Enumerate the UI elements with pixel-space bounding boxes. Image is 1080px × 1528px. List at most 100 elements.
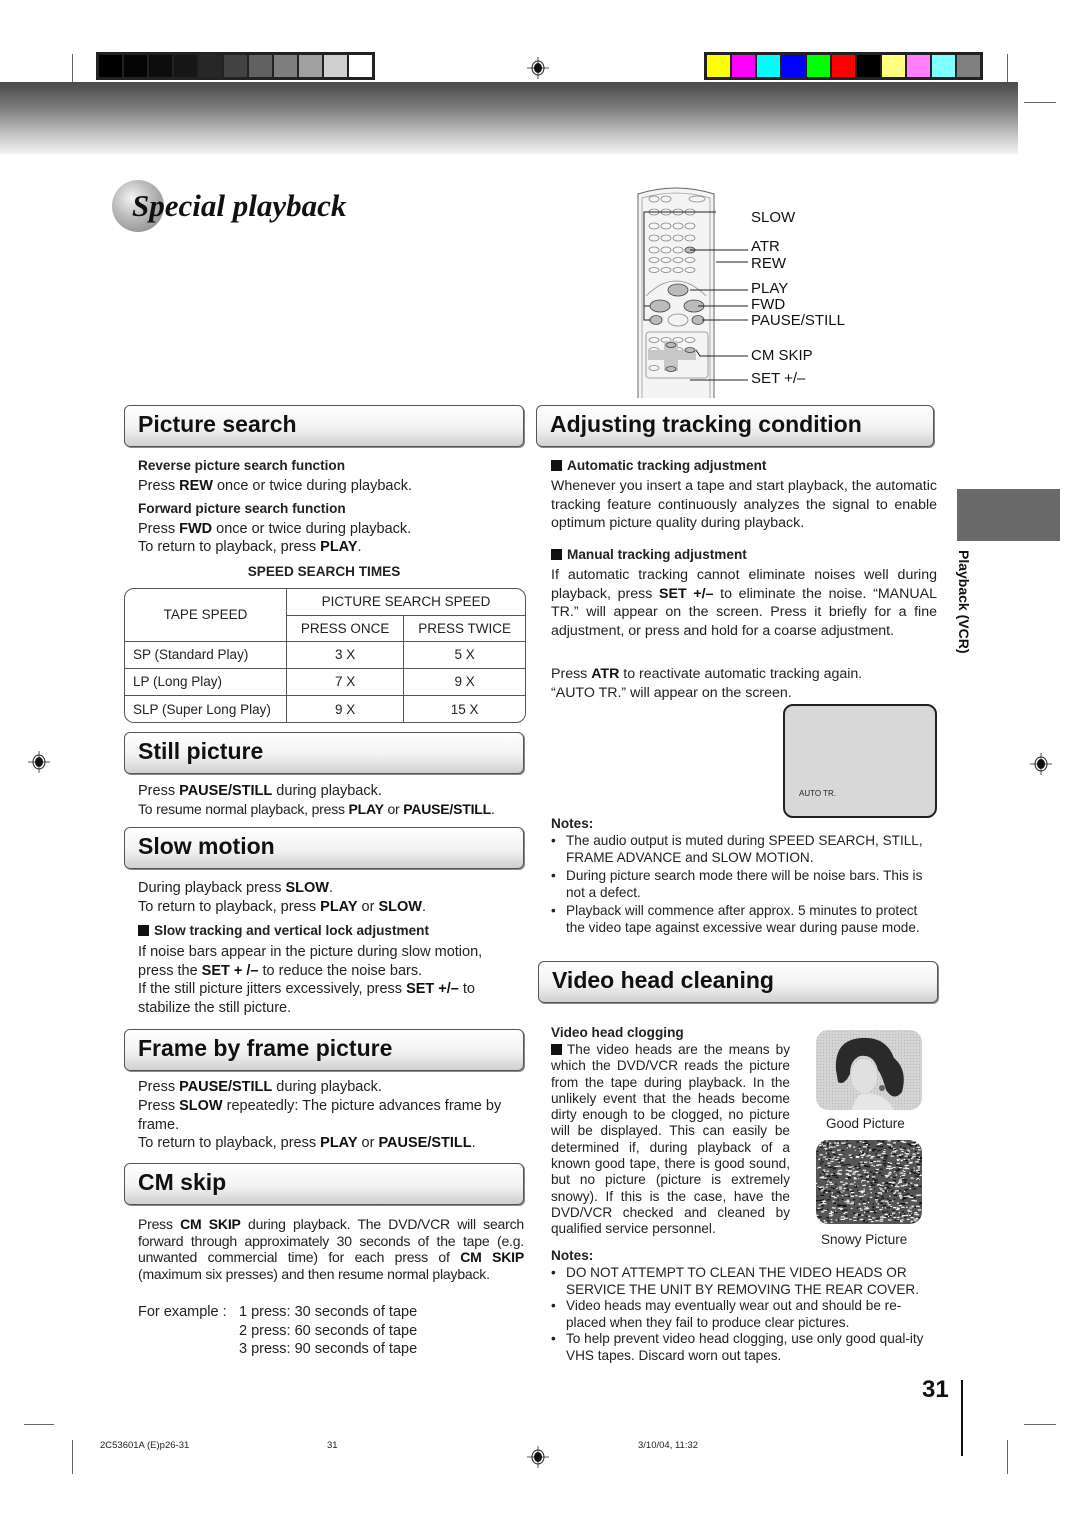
remote-label-slow: SLOW: [751, 209, 796, 226]
calibration-swatch: [732, 55, 755, 77]
column-header-press-twice: PRESS TWICE: [403, 614, 525, 642]
section-title: Adjusting tracking condition: [550, 411, 862, 437]
section-header-cm-skip: CM skip: [124, 1163, 524, 1205]
header-gradient-band: [0, 82, 1018, 154]
section-header-slow-motion: Slow motion: [124, 827, 524, 869]
section-title: Still picture: [138, 738, 264, 764]
slow-motion-line-2: To return to playback, press PLAY or SLO…: [138, 899, 426, 915]
calibration-swatch: [274, 55, 297, 77]
cm-skip-example-label: For example :: [138, 1304, 227, 1320]
remote-label-set: SET +/–: [751, 370, 806, 387]
registration-mark-icon: [527, 57, 549, 79]
page-number: 31: [922, 1376, 949, 1403]
section-header-video-head-cleaning: Video head cleaning: [538, 961, 938, 1003]
registration-mark-icon: [1030, 753, 1052, 775]
page-number-rule: [961, 1380, 963, 1456]
cm-skip-paragraph: Press CM SKIP during playback. The DVD/V…: [138, 1216, 524, 1282]
crop-mark: [1024, 102, 1056, 103]
section-title: Frame by frame picture: [138, 1035, 393, 1061]
registration-mark-icon: [527, 1446, 549, 1468]
tape-speed-cell: SLP (Super Long Play): [125, 695, 287, 722]
table-row: SLP (Super Long Play) 9 X 15 X: [125, 695, 525, 722]
forward-search-text: Press FWD once or twice during playback.: [138, 521, 412, 537]
section-title: Picture search: [138, 411, 297, 437]
frame-line-2: Press SLOW repeatedly: The picture advan…: [138, 1098, 502, 1133]
notes-title: Notes:: [551, 816, 594, 831]
remote-label-pause-still: PAUSE/STILL: [751, 312, 845, 329]
slow-motion-line-1: During playback press SLOW.: [138, 880, 334, 896]
calibration-swatch: [757, 55, 780, 77]
return-to-playback-text: To return to playback, press PLAY.: [138, 539, 362, 555]
bullet-square-icon: [138, 925, 149, 936]
note-item: • During picture search mode there will b…: [551, 868, 923, 900]
press-twice-cell: 15 X: [403, 695, 525, 722]
tape-speed-cell: LP (Long Play): [125, 667, 287, 697]
press-once-cell: 9 X: [285, 695, 405, 722]
section-header-tracking: Adjusting tracking condition: [536, 405, 934, 447]
section-title: Slow motion: [138, 833, 275, 859]
cm-skip-example: 3 press: 90 seconds of tape: [239, 1341, 418, 1357]
atr-text-2: “AUTO TR.” will appear on the screen.: [551, 685, 792, 701]
bullet-square-icon: [551, 1044, 562, 1055]
slow-tracking-paragraph-2: If the still picture jitters excessively…: [138, 981, 475, 1016]
snowy-picture-caption: Snowy Picture: [821, 1232, 908, 1247]
bullet-square-icon: [551, 460, 562, 471]
section-title: CM skip: [138, 1169, 227, 1195]
remote-label-play: PLAY: [751, 280, 789, 297]
calibration-swatch: [907, 55, 930, 77]
chapter-side-label: Playback (VCR): [956, 550, 972, 654]
calibration-swatch: [199, 55, 222, 77]
note-item: • To help prevent video head clogging, us…: [551, 1331, 924, 1363]
column-header-picture-search-speed: PICTURE SEARCH SPEED: [286, 589, 525, 616]
auto-tracking-text: Whenever you insert a tape and start pla…: [551, 478, 937, 531]
tv-screen-illustration: AUTO TR.: [783, 704, 937, 818]
calibration-swatch: [707, 55, 730, 77]
calibration-swatch: [324, 55, 347, 77]
cm-skip-example: 1 press: 30 seconds of tape: [239, 1304, 418, 1320]
remote-label-atr: ATR: [751, 238, 780, 255]
note-item: • DO NOT ATTEMPT TO CLEAN THE VIDEO HEADS…: [551, 1265, 920, 1297]
cm-skip-example: 2 press: 60 seconds of tape: [239, 1323, 418, 1339]
video-head-clogging-title: Video head clogging: [551, 1025, 684, 1040]
press-once-cell: 7 X: [285, 667, 405, 697]
speed-search-table-title: SPEED SEARCH TIMES: [247, 564, 401, 579]
good-picture-image: [816, 1030, 922, 1110]
snowy-picture-image: [816, 1140, 922, 1224]
calibration-swatch: [124, 55, 147, 77]
remote-label-fwd: FWD: [751, 296, 786, 313]
screen-osd-text: AUTO TR.: [799, 789, 837, 798]
note-item: • The audio output is muted during SPEED …: [551, 833, 923, 865]
color-calibration-bar: [704, 52, 983, 80]
calibration-swatch: [832, 55, 855, 77]
slow-tracking-paragraph-1: If noise bars appear in the picture duri…: [138, 944, 483, 979]
footer-page: 31: [327, 1440, 338, 1451]
slow-tracking-subtitle: Slow tracking and vertical lock adjustme…: [138, 922, 429, 939]
still-picture-line-2: To resume normal playback, press PLAY or…: [138, 801, 495, 817]
speed-search-table: TAPE SPEED PICTURE SEARCH SPEED PRESS ON…: [124, 588, 526, 723]
section-header-still-picture: Still picture: [124, 732, 524, 774]
manual-tracking-subtitle: Manual tracking adjustment: [551, 546, 747, 563]
calibration-swatch: [857, 55, 880, 77]
calibration-swatch: [224, 55, 247, 77]
calibration-swatch: [807, 55, 830, 77]
reverse-search-title: Reverse picture search function: [138, 458, 345, 473]
bullet-square-icon: [551, 549, 562, 560]
footer-file-id: 2C53601A (E)p26-31: [100, 1440, 190, 1451]
manual-tracking-text: If automatic tracking cannot eliminate n…: [551, 567, 937, 639]
crop-mark: [1024, 1424, 1056, 1425]
remote-label-rew: REW: [751, 255, 786, 272]
video-head-clogging-text: The video heads are the means by which t…: [551, 1042, 790, 1237]
crop-mark: [1007, 1440, 1008, 1474]
calibration-swatch: [782, 55, 805, 77]
crop-mark: [72, 1440, 73, 1474]
note-item: • Video heads may eventually wear out and…: [551, 1298, 902, 1330]
calibration-swatch: [299, 55, 322, 77]
auto-tracking-subtitle: Automatic tracking adjustment: [551, 457, 766, 474]
remote-callout-lines: [690, 249, 748, 381]
notes-title: Notes:: [551, 1248, 594, 1263]
section-title: Video head cleaning: [552, 967, 774, 993]
frame-line-1: Press PAUSE/STILL during playback.: [138, 1079, 382, 1095]
calibration-swatch: [349, 55, 372, 77]
page-title: Special playback: [132, 188, 347, 223]
forward-search-title: Forward picture search function: [138, 501, 346, 516]
